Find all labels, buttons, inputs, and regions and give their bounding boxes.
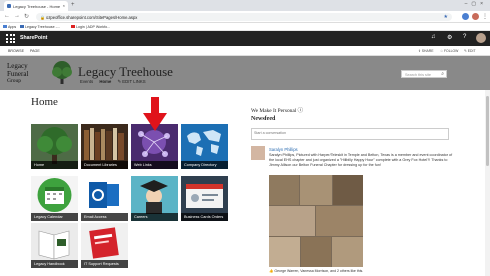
site-favicon-icon xyxy=(7,4,11,8)
browser-tab-strip: Legacy Treehouse - Home × + –▢× xyxy=(0,0,490,11)
post-photo-collage[interactable] xyxy=(269,175,363,267)
photo-6 xyxy=(269,237,300,267)
site-search-input[interactable]: Search this site ⌕ xyxy=(401,70,447,78)
tile-business-cards-orders[interactable]: Business Cards Orders xyxy=(181,176,228,221)
forward-icon[interactable]: → xyxy=(14,13,20,19)
browser-menu-icon[interactable]: ⋮ xyxy=(482,13,488,20)
browser-tab[interactable]: Legacy Treehouse - Home × xyxy=(4,1,68,11)
back-icon[interactable]: ← xyxy=(4,13,10,19)
extension-icon[interactable] xyxy=(462,13,469,20)
tile-careers[interactable]: Careers xyxy=(131,176,178,221)
lock-icon: 🔒 xyxy=(40,15,45,20)
window-controls[interactable]: –▢× xyxy=(465,1,487,7)
company-logo[interactable]: Legacy Funeral Group xyxy=(7,60,75,86)
share-button[interactable]: ⇪ SHARE xyxy=(418,49,433,53)
post-author-name[interactable]: Saralyn Phillips xyxy=(269,147,298,152)
bookmark-legacy-treehouse[interactable]: Legacy Treehouse -... xyxy=(20,24,60,29)
suite-brand[interactable]: SharePoint xyxy=(20,35,47,41)
ribbon-tab-browse[interactable]: BROWSE xyxy=(8,49,24,53)
tile-document-libraries[interactable]: Document Libraries xyxy=(81,124,128,169)
newsfeed-title: Newsfeed xyxy=(251,116,276,122)
start-conversation-input[interactable]: Start a conversation xyxy=(251,128,449,140)
tile-company-directory[interactable]: Company Directory xyxy=(181,124,228,169)
photo-5 xyxy=(316,206,363,236)
site-header: Legacy Funeral Group Legacy Treehouse Ev… xyxy=(0,56,490,90)
user-avatar[interactable] xyxy=(476,33,486,43)
tile-legacy-handbook[interactable]: Legacy Handbook xyxy=(31,223,78,268)
ribbon-tab-page[interactable]: PAGE xyxy=(30,49,40,53)
post-author-avatar[interactable] xyxy=(251,146,265,160)
photo-4 xyxy=(269,206,315,236)
info-icon[interactable]: ⓘ xyxy=(298,108,303,114)
url-text: ozpeoffice.sharepoint.com/SitePages/Home… xyxy=(46,14,138,20)
tree-logo-icon xyxy=(52,61,72,84)
post-likes[interactable]: 👍 George Warren, Vanessa Morrison, and 2… xyxy=(269,269,363,273)
tile-it-support-requests[interactable]: IT Support Requests xyxy=(81,223,128,268)
edit-button[interactable]: ✎ EDIT xyxy=(464,49,476,53)
red-down-arrow-annotation xyxy=(143,97,167,131)
bookmark-adp[interactable]: Login | ADP Workfo... xyxy=(71,24,110,29)
bookmark-apps[interactable]: Apps xyxy=(3,24,16,29)
adp-favicon-icon xyxy=(71,24,75,28)
close-tab-icon[interactable]: × xyxy=(63,3,65,8)
tile-email-access[interactable]: Email Access xyxy=(81,176,128,221)
ribbon: BROWSE PAGE ⇪ SHARE ☆ FOLLOW ✎ EDIT xyxy=(0,46,490,56)
new-tab-icon[interactable]: + xyxy=(71,2,75,8)
address-bar: ← → ↻ 🔒 ozpeoffice.sharepoint.com/SitePa… xyxy=(0,11,490,23)
photo-1 xyxy=(269,175,299,205)
site-title[interactable]: Legacy Treehouse xyxy=(78,64,173,80)
tile-home[interactable]: Home xyxy=(31,124,78,169)
site-navigation: Events Home ✎ EDIT LINKS xyxy=(80,79,156,85)
tile-legacy-calendar[interactable]: Legacy Calendar xyxy=(31,176,78,221)
post-body: Saralyn Phillips, Pictured with Harper/T… xyxy=(269,153,453,167)
app-launcher-icon[interactable] xyxy=(6,34,15,43)
photo-8 xyxy=(332,237,363,267)
edit-links[interactable]: ✎ EDIT LINKS xyxy=(118,79,151,84)
bookmark-star-icon[interactable]: ★ xyxy=(444,14,448,20)
page-scrollbar-thumb[interactable] xyxy=(486,96,489,166)
feed-heading: We Make It Personal ⓘ xyxy=(251,108,303,114)
follow-button[interactable]: ☆ FOLLOW xyxy=(440,49,458,53)
photo-2 xyxy=(300,175,332,205)
gear-icon[interactable]: ⚙ xyxy=(447,34,452,41)
nav-home[interactable]: Home xyxy=(99,79,111,84)
apps-grid-icon xyxy=(3,24,7,28)
site-favicon-icon xyxy=(20,24,24,28)
search-icon[interactable]: ⌕ xyxy=(441,71,444,77)
profile-avatar-icon[interactable] xyxy=(472,13,479,20)
photo-7 xyxy=(301,237,331,267)
reload-icon[interactable]: ↻ xyxy=(24,13,29,20)
help-icon[interactable]: ? xyxy=(463,34,466,40)
url-field[interactable]: 🔒 ozpeoffice.sharepoint.com/SitePages/Ho… xyxy=(36,13,452,21)
page-title: Home xyxy=(31,96,58,108)
suite-bar: SharePoint ♫ ⚙ ? xyxy=(0,31,490,46)
tab-title: Legacy Treehouse - Home xyxy=(13,4,61,9)
photo-3 xyxy=(333,175,363,205)
bookmarks-bar: Apps Legacy Treehouse -... Login | ADP W… xyxy=(0,23,490,31)
nav-events[interactable]: Events xyxy=(80,79,93,84)
notifications-icon[interactable]: ♫ xyxy=(431,34,436,40)
